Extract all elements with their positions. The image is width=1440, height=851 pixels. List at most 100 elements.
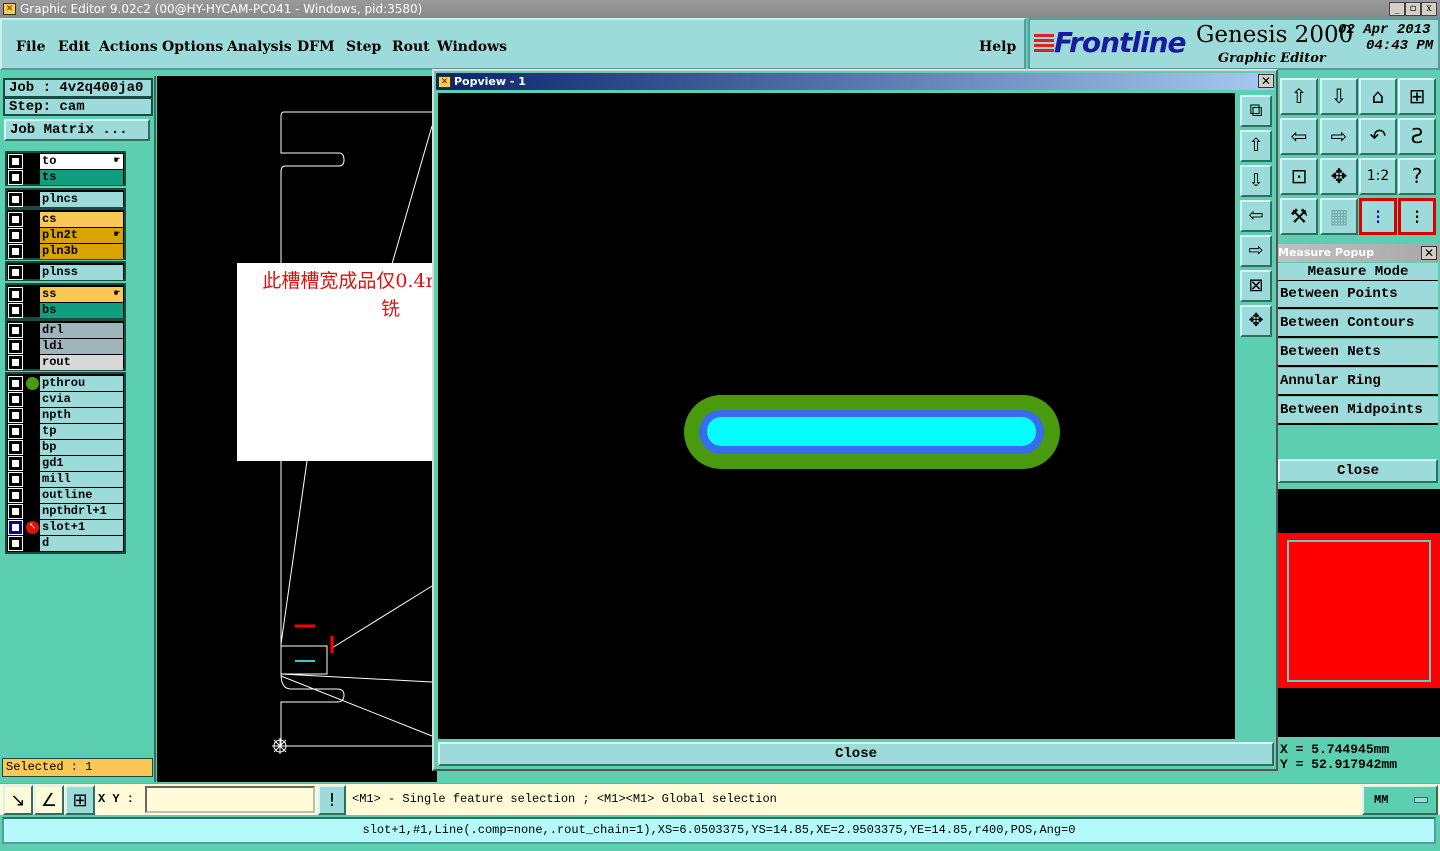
layer-checkbox[interactable] (9, 171, 22, 184)
layer-checkbox[interactable] (9, 457, 22, 470)
layer-checkbox[interactable] (9, 324, 22, 337)
layer-row[interactable]: ↖ slot+1 (8, 520, 124, 536)
select-arrow-icon[interactable]: ↘ (3, 785, 33, 815)
popview-close-icon[interactable]: ✕ (1258, 74, 1274, 88)
layer-row[interactable]: drl (8, 323, 124, 339)
tools-palette-icon[interactable]: ⚒ (1280, 198, 1318, 235)
layer-row[interactable]: d (8, 536, 124, 552)
menu-rout[interactable]: Rout (392, 39, 430, 55)
job-matrix-button[interactable]: Job Matrix ... (4, 119, 150, 141)
zoom-in-icon[interactable]: ⊠ (1240, 270, 1272, 302)
zoom-1-2-icon[interactable]: 1:2 (1359, 158, 1397, 195)
layer-row[interactable]: gd1 (8, 456, 124, 472)
measure-between-points[interactable]: Between Points (1278, 281, 1438, 309)
menu-edit[interactable]: Edit (58, 39, 90, 55)
grid-xy-icon[interactable]: ⊞ (1398, 78, 1436, 115)
pan-right-icon[interactable]: ⇨ (1240, 235, 1272, 267)
popview-close-button[interactable]: Close (438, 742, 1274, 766)
layer-row[interactable]: pln3b (8, 244, 124, 260)
layer-row[interactable]: bp (8, 440, 124, 456)
menu-actions[interactable]: Actions (99, 39, 158, 55)
pan-up-icon[interactable]: ⇧ (1240, 130, 1272, 162)
zoom-window-icon[interactable]: ⧉ (1240, 95, 1272, 127)
layer-checkbox[interactable] (9, 356, 22, 369)
angle-icon[interactable]: ∠ (34, 785, 64, 815)
layer-checkbox[interactable] (9, 393, 22, 406)
layer-row[interactable]: ts (8, 170, 124, 186)
layer-checkbox[interactable] (9, 489, 22, 502)
undo-view-icon[interactable]: ↶ (1359, 118, 1397, 155)
layer-row[interactable]: plncs (8, 192, 124, 208)
layer-checkbox[interactable] (9, 155, 22, 168)
layer-row[interactable]: tp (8, 424, 124, 440)
layer-row[interactable]: bs (8, 303, 124, 319)
pan-right-icon[interactable]: ⇨ (1320, 118, 1358, 155)
layer-checkbox[interactable] (9, 229, 22, 242)
layer-checkbox[interactable] (9, 340, 22, 353)
layer-checkbox[interactable] (9, 409, 22, 422)
layer-checkbox[interactable] (9, 245, 22, 258)
pan-up-icon[interactable]: ⇧ (1280, 78, 1318, 115)
measure-between-nets[interactable]: Between Nets (1278, 339, 1438, 367)
layer-checkbox[interactable] (9, 193, 22, 206)
menu-step[interactable]: Step (346, 39, 381, 55)
snap-icon[interactable]: Ƨ (1398, 118, 1436, 155)
layer-checkbox[interactable] (9, 266, 22, 279)
net-highlight-icon[interactable]: ⁝ (1359, 198, 1397, 235)
layer-checkbox[interactable] (9, 473, 22, 486)
popview-title-bar[interactable]: ✕ Popview - 1 (436, 73, 1274, 90)
close-window-button[interactable]: x (1421, 2, 1437, 16)
measure-close-button[interactable]: Close (1278, 459, 1438, 483)
layer-row[interactable]: pthrou (8, 376, 124, 392)
menu-file[interactable]: File (16, 39, 45, 55)
exclaim-button[interactable]: ! (318, 785, 346, 815)
zoom-home-icon[interactable]: ⊡ (1280, 158, 1318, 195)
layer-checkbox[interactable] (9, 505, 22, 518)
layer-row[interactable]: npth (8, 408, 124, 424)
layer-checkbox[interactable] (9, 288, 22, 301)
layer-row[interactable]: plnss (8, 265, 124, 281)
measure-title-bar[interactable]: Measure Popup (1278, 244, 1440, 262)
layer-row[interactable]: npthdrl+1 (8, 504, 124, 520)
measure-between-midpoints[interactable]: Between Midpoints (1278, 397, 1438, 425)
layer-row[interactable]: ss ☛ (8, 287, 124, 303)
menu-help[interactable]: Help (979, 39, 1016, 55)
zoom-out-icon[interactable]: ✥ (1320, 158, 1358, 195)
layer-checkbox[interactable] (9, 537, 22, 550)
menu-options[interactable]: Options (162, 39, 223, 55)
layer-row[interactable]: mill (8, 472, 124, 488)
layer-row[interactable]: outline (8, 488, 124, 504)
layer-checkbox[interactable] (9, 425, 22, 438)
layer-checkbox[interactable] (9, 304, 22, 317)
menu-dfm[interactable]: DFM (297, 39, 335, 55)
measure-between-contours[interactable]: Between Contours (1278, 310, 1438, 338)
net-check-icon[interactable]: ⁝ (1398, 198, 1436, 235)
layer-row[interactable]: rout (8, 355, 124, 371)
overview-map[interactable] (1278, 489, 1440, 737)
xy-input[interactable] (145, 786, 315, 813)
layer-row[interactable]: ldi (8, 339, 124, 355)
layer-checkbox[interactable] (9, 377, 22, 390)
grid-icon[interactable]: ▦ (1320, 198, 1358, 235)
pan-down-icon[interactable]: ⇩ (1320, 78, 1358, 115)
menu-analysis[interactable]: Analysis (227, 39, 292, 55)
layer-checkbox[interactable] (9, 521, 22, 534)
pan-left-icon[interactable]: ⇦ (1240, 200, 1272, 232)
measure-annular-ring[interactable]: Annular Ring (1278, 368, 1438, 396)
maximize-button[interactable]: ▫ (1405, 2, 1421, 16)
layer-row[interactable]: pln2t ☛ (8, 228, 124, 244)
layer-checkbox[interactable] (9, 213, 22, 226)
layer-row[interactable]: cs (8, 212, 124, 228)
pan-down-icon[interactable]: ⇩ (1240, 165, 1272, 197)
menu-windows[interactable]: Windows (437, 39, 507, 55)
layer-row[interactable]: cvia (8, 392, 124, 408)
minimize-button[interactable]: _ (1389, 2, 1405, 16)
popview-canvas[interactable] (438, 93, 1235, 739)
layer-row[interactable]: to ☛ (8, 154, 124, 170)
home-icon[interactable]: ⌂ (1359, 78, 1397, 115)
zoom-out-icon[interactable]: ✥ (1240, 305, 1272, 337)
pan-left-icon[interactable]: ⇦ (1280, 118, 1318, 155)
layer-checkbox[interactable] (9, 441, 22, 454)
units-select[interactable]: MM (1362, 785, 1438, 815)
grid-snap-icon[interactable]: ⊞ (65, 785, 95, 815)
